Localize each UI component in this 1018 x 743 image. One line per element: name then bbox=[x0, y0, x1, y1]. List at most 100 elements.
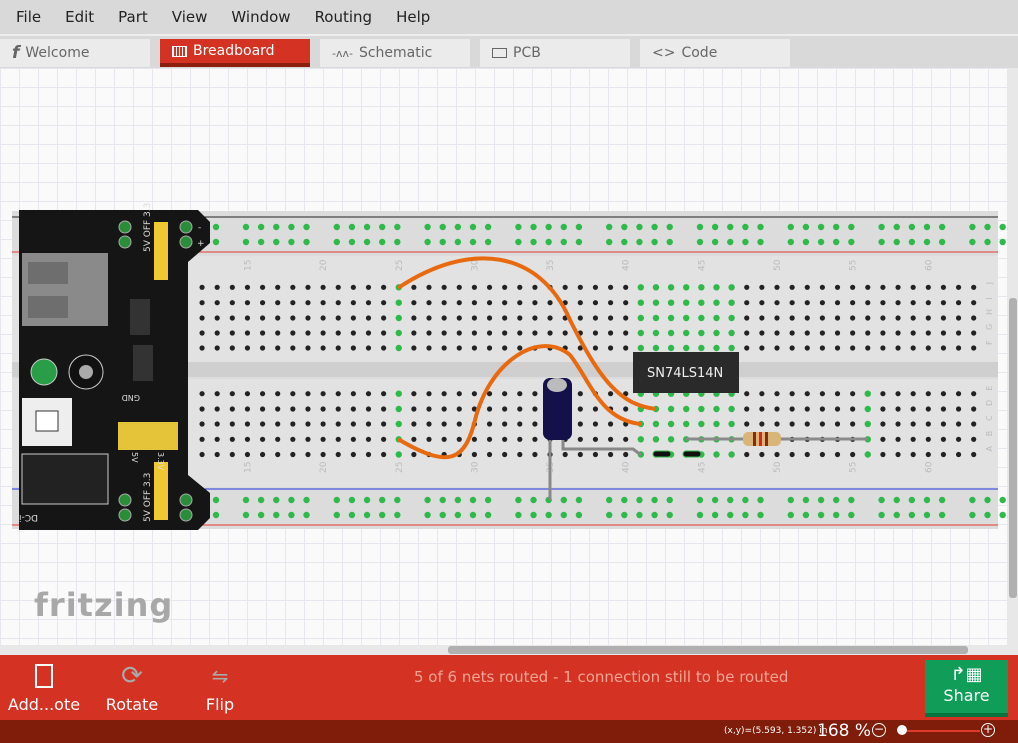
breadboard-hole[interactable] bbox=[652, 344, 660, 352]
breadboard-hole[interactable] bbox=[955, 421, 962, 427]
breadboard-hole[interactable] bbox=[744, 330, 750, 336]
breadboard-hole[interactable] bbox=[940, 421, 947, 427]
breadboard-hole[interactable] bbox=[606, 223, 613, 231]
breadboard-hole[interactable] bbox=[575, 496, 583, 504]
breadboard-hole[interactable] bbox=[426, 300, 432, 306]
breadboard-hole[interactable] bbox=[214, 421, 220, 427]
breadboard-hole[interactable] bbox=[350, 451, 356, 458]
breadboard-hole[interactable] bbox=[381, 391, 387, 397]
breadboard-hole[interactable] bbox=[214, 436, 220, 442]
breadboard-hole[interactable] bbox=[517, 436, 523, 442]
breadboard-hole[interactable] bbox=[244, 451, 251, 458]
breadboard-hole[interactable] bbox=[938, 496, 946, 504]
breadboard-hole[interactable] bbox=[365, 300, 372, 306]
breadboard-hole[interactable] bbox=[789, 300, 795, 306]
breadboard-hole[interactable] bbox=[395, 405, 402, 413]
breadboard-hole[interactable] bbox=[441, 406, 447, 412]
breadboard-hole[interactable] bbox=[335, 315, 341, 321]
breadboard-hole[interactable] bbox=[850, 315, 856, 321]
breadboard-hole[interactable] bbox=[502, 284, 508, 290]
breadboard-hole[interactable] bbox=[711, 238, 719, 246]
breadboard-hole[interactable] bbox=[744, 284, 750, 290]
breadboard-hole[interactable] bbox=[713, 420, 720, 428]
breadboard-hole[interactable] bbox=[774, 345, 780, 351]
breadboard-hole[interactable] bbox=[606, 496, 613, 504]
breadboard-hole[interactable] bbox=[802, 496, 810, 504]
breadboard-hole[interactable] bbox=[832, 238, 840, 246]
breadboard-hole[interactable] bbox=[484, 511, 492, 519]
breadboard-hole[interactable] bbox=[925, 300, 931, 306]
breadboard-hole[interactable] bbox=[637, 344, 645, 352]
breadboard-hole[interactable] bbox=[804, 391, 810, 397]
breadboard-hole[interactable] bbox=[623, 345, 629, 351]
breadboard-hole[interactable] bbox=[275, 284, 281, 290]
breadboard-hole[interactable] bbox=[759, 406, 765, 412]
breadboard-hole[interactable] bbox=[333, 223, 340, 231]
breadboard-hole[interactable] bbox=[348, 223, 356, 231]
breadboard-hole[interactable] bbox=[532, 436, 538, 442]
breadboard-hole[interactable] bbox=[819, 406, 825, 412]
breadboard-hole[interactable] bbox=[774, 300, 780, 306]
breadboard-hole[interactable] bbox=[817, 511, 825, 519]
breadboard-hole[interactable] bbox=[378, 511, 386, 519]
breadboard-hole[interactable] bbox=[878, 511, 885, 519]
breadboard-hole[interactable] bbox=[895, 391, 901, 397]
breadboard-hole[interactable] bbox=[971, 391, 977, 397]
breadboard-hole[interactable] bbox=[394, 238, 401, 246]
breadboard-hole[interactable] bbox=[381, 345, 387, 351]
breadboard-hole[interactable] bbox=[350, 391, 356, 397]
breadboard-hole[interactable] bbox=[592, 421, 599, 427]
breadboard-hole[interactable] bbox=[999, 238, 1006, 246]
breadboard-hole[interactable] bbox=[441, 345, 447, 351]
breadboard-hole[interactable] bbox=[713, 284, 720, 291]
breadboard-hole[interactable] bbox=[441, 284, 447, 290]
breadboard-hole[interactable] bbox=[955, 345, 962, 351]
breadboard-hole[interactable] bbox=[395, 299, 402, 306]
breadboard-hole[interactable] bbox=[229, 300, 235, 306]
breadboard-hole[interactable] bbox=[411, 421, 417, 427]
breadboard-hole[interactable] bbox=[199, 284, 205, 290]
breadboard-hole[interactable] bbox=[955, 300, 962, 306]
breadboard-hole[interactable] bbox=[456, 330, 462, 336]
breadboard-hole[interactable] bbox=[348, 238, 356, 246]
breadboard-hole[interactable] bbox=[545, 511, 552, 519]
breadboard-hole[interactable] bbox=[303, 511, 310, 519]
breadboard-hole[interactable] bbox=[381, 284, 387, 290]
breadboard-hole[interactable] bbox=[728, 451, 735, 458]
breadboard-hole[interactable] bbox=[259, 315, 266, 321]
breadboard-hole[interactable] bbox=[305, 284, 311, 290]
breadboard-hole[interactable] bbox=[486, 330, 493, 336]
breadboard-hole[interactable] bbox=[819, 330, 825, 336]
breadboard-hole[interactable] bbox=[744, 391, 750, 397]
breadboard-hole[interactable] bbox=[394, 223, 401, 231]
breadboard-hole[interactable] bbox=[394, 511, 401, 519]
breadboard-hole[interactable] bbox=[242, 511, 250, 519]
breadboard-hole[interactable] bbox=[759, 451, 765, 458]
breadboard-hole[interactable] bbox=[651, 511, 658, 519]
breadboard-hole[interactable] bbox=[424, 223, 431, 231]
breadboard-hole[interactable] bbox=[744, 300, 750, 306]
breadboard-hole[interactable] bbox=[259, 391, 266, 397]
breadboard-hole[interactable] bbox=[819, 300, 825, 306]
breadboard-hole[interactable] bbox=[865, 300, 871, 306]
breadboard-hole[interactable] bbox=[486, 451, 493, 458]
breadboard-hole[interactable] bbox=[199, 345, 205, 351]
breadboard-hole[interactable] bbox=[683, 329, 690, 337]
breadboard-hole[interactable] bbox=[275, 421, 281, 427]
breadboard-hole[interactable] bbox=[411, 330, 417, 336]
menu-part[interactable]: Part bbox=[118, 8, 148, 26]
breadboard-hole[interactable] bbox=[910, 436, 916, 442]
breadboard-hole[interactable] bbox=[834, 330, 841, 336]
breadboard-hole[interactable] bbox=[273, 511, 280, 519]
breadboard-hole[interactable] bbox=[971, 421, 977, 427]
breadboard-hole[interactable] bbox=[984, 238, 991, 246]
breadboard-hole[interactable] bbox=[273, 238, 280, 246]
breadboard-hole[interactable] bbox=[426, 406, 432, 412]
breadboard-hole[interactable] bbox=[607, 315, 614, 321]
breadboard-hole[interactable] bbox=[910, 300, 916, 306]
breadboard-hole[interactable] bbox=[454, 511, 462, 519]
breadboard-hole[interactable] bbox=[471, 315, 477, 321]
breadboard-hole[interactable] bbox=[728, 284, 735, 291]
breadboard-hole[interactable] bbox=[275, 345, 281, 351]
breadboard-hole[interactable] bbox=[848, 238, 855, 246]
